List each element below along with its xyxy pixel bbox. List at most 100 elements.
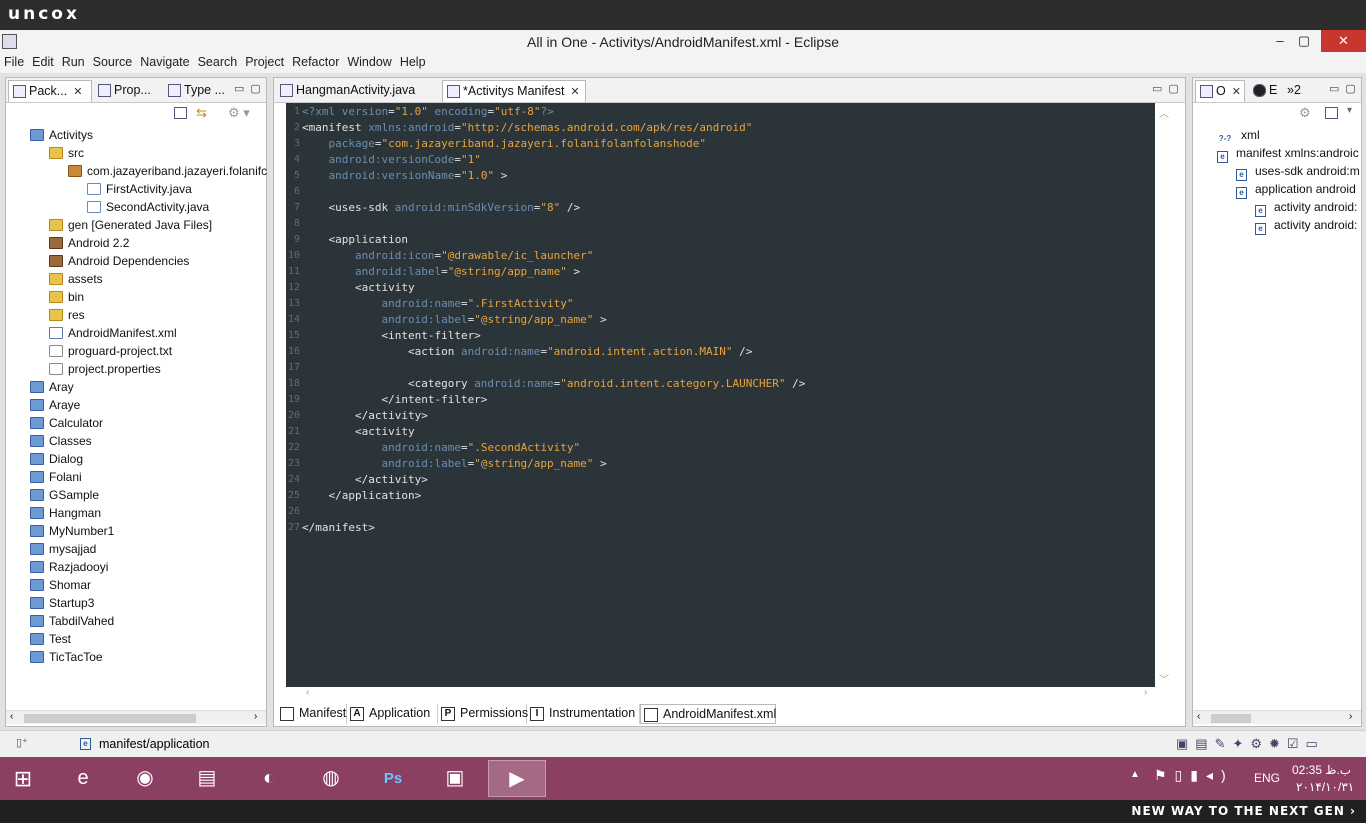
tree-item[interactable]: project.properties [49, 360, 161, 378]
scroll-down-icon[interactable]: ﹀ [1159, 671, 1169, 686]
tree-item[interactable]: src [49, 144, 84, 162]
tab-type-hierarchy[interactable]: Type ... [164, 80, 226, 102]
tree-item[interactable]: AndroidManifest.xml [49, 324, 177, 342]
code-line[interactable]: <action android:name="android.intent.act… [302, 344, 752, 360]
minimize-maximize-icon[interactable]: ▭▢ [1152, 82, 1185, 95]
menu-file[interactable]: File [0, 53, 28, 69]
code-line[interactable]: </manifest> [302, 520, 375, 536]
menu-search[interactable]: Search [194, 53, 242, 69]
tree-item[interactable]: Calculator [30, 414, 103, 432]
code-line[interactable]: <intent-filter> [302, 328, 480, 344]
scroll-right-icon[interactable]: › [1144, 687, 1147, 698]
language-indicator[interactable]: ENG [1254, 771, 1280, 785]
outline-item[interactable]: e activity android: [1255, 198, 1357, 217]
outline-item[interactable]: e uses-sdk android:m [1236, 162, 1360, 181]
tree-item[interactable]: Android Dependencies [49, 252, 189, 270]
code-line[interactable]: <application [302, 232, 407, 248]
xml-code-editor[interactable]: 1 2 3 4 5 6 7 8 9 10 11 12 13 14 15 16 17 18 19 20 21 22 23 24 2… [286, 103, 1155, 687]
tree-item[interactable]: bin [49, 288, 84, 306]
close-icon[interactable]: ✕ [1232, 86, 1241, 98]
tab-emulator[interactable]: E [1249, 80, 1281, 102]
collapse-all-icon[interactable] [1325, 107, 1338, 119]
minimize-maximize-icon[interactable]: ▭▢ [1329, 82, 1362, 95]
menu-project[interactable]: Project [241, 53, 288, 69]
tree-item[interactable]: TicTacToe [30, 648, 103, 666]
close-button[interactable]: ✕ [1321, 30, 1366, 52]
bottom-tab-application[interactable]: A Application [347, 704, 438, 724]
code-line[interactable]: android:label="@string/app_name" > [302, 456, 606, 472]
code-line[interactable]: android:name=".SecondActivity" [302, 440, 580, 456]
scroll-left-icon[interactable]: ‹ [10, 711, 13, 722]
maximize-button[interactable]: ▢ [1287, 30, 1321, 52]
tree-item[interactable]: mysajjad [30, 540, 96, 558]
tree-item[interactable]: SecondActivity.java [87, 198, 209, 216]
tree-item[interactable]: com.jazayeriband.jazayeri.folanifc [68, 162, 267, 180]
left-horizontal-scrollbar[interactable]: ‹ › [6, 710, 266, 724]
outline-horizontal-scrollbar[interactable]: ‹ › [1193, 710, 1361, 724]
code-line[interactable]: android:icon="@drawable/ic_launcher" [302, 248, 593, 264]
tree-item[interactable]: Test [30, 630, 71, 648]
code-line[interactable]: <manifest xmlns:android="http://schemas.… [302, 120, 752, 136]
code-line[interactable]: <activity [302, 280, 415, 296]
tree-item[interactable]: FirstActivity.java [87, 180, 192, 198]
tab-properties[interactable]: Prop... [94, 80, 162, 102]
code-line[interactable]: <activity [302, 424, 415, 440]
tree-item[interactable]: Folani [30, 468, 82, 486]
bottom-tab-permissions[interactable]: P Permissions [438, 704, 528, 724]
code-line[interactable]: </application> [302, 488, 421, 504]
menu-edit[interactable]: Edit [28, 53, 58, 69]
editor-horizontal-scrollbar[interactable]: ‹ › [286, 687, 1155, 702]
tree-item[interactable]: GSample [30, 486, 99, 504]
collapse-all-icon[interactable] [174, 107, 187, 119]
bottom-tab-instrumentation[interactable]: I Instrumentation [527, 704, 640, 724]
outline-item[interactable]: ?-? xml [1217, 126, 1260, 144]
scroll-left-icon[interactable]: ‹ [306, 687, 309, 698]
menu-run[interactable]: Run [58, 53, 89, 69]
show-hidden-icons[interactable]: ▲ [1130, 769, 1140, 780]
close-icon[interactable]: ✕ [73, 86, 82, 98]
editor-vertical-scrollbar[interactable]: ︿ ﹀ [1155, 103, 1173, 687]
tree-item[interactable]: Razjadooyi [30, 558, 108, 576]
ie-icon[interactable]: e [54, 760, 112, 797]
outline-item[interactable]: e manifest xmlns:androic [1217, 144, 1359, 163]
sort-icon[interactable]: ⚙ [1299, 105, 1311, 121]
scroll-up-icon[interactable]: ︿ [1159, 105, 1169, 120]
menu-help[interactable]: Help [396, 53, 430, 69]
tree-item[interactable]: Activitys [30, 126, 93, 144]
tree-item[interactable]: Android 2.2 [49, 234, 129, 252]
clock-date[interactable]: ۲۰۱۴/۱۰/۳۱ [1296, 780, 1354, 794]
tree-item[interactable]: assets [49, 270, 103, 288]
tree-item[interactable]: res [49, 306, 85, 324]
menu-window[interactable]: Window [343, 53, 395, 69]
code-line[interactable]: <uses-sdk android:minSdkVersion="8" /> [302, 200, 580, 216]
firefox-icon[interactable]: ◍ [302, 760, 360, 797]
code-line[interactable]: <category android:name="android.intent.c… [302, 376, 805, 392]
quick-access-icons[interactable]: ▣▤✎✦⚙✹☑▭ [1176, 736, 1325, 752]
outline-item[interactable]: e application android [1236, 180, 1356, 199]
scrollbar-thumb[interactable] [24, 714, 196, 723]
code-line[interactable]: package="com.jazayeriband.jazayeri.folan… [302, 136, 707, 152]
bottom-tab-manifest[interactable]: Manifest [277, 704, 347, 724]
eclipse-icon[interactable]: ◐ [240, 760, 298, 797]
window-icon[interactable]: ▣ [426, 760, 484, 797]
tree-item[interactable]: Startup3 [30, 594, 94, 612]
tree-item[interactable]: MyNumber1 [30, 522, 114, 540]
code-line[interactable]: android:label="@string/app_name" > [302, 264, 580, 280]
view-menu-icon[interactable]: ▾ [1347, 105, 1352, 116]
code-line[interactable]: <?xml version="1.0" encoding="utf-8"?> [302, 104, 554, 120]
media-player-icon[interactable]: ▶ [488, 760, 546, 797]
scroll-right-icon[interactable]: › [254, 711, 257, 722]
minimize-maximize-icon[interactable]: ▭▢ [234, 82, 267, 95]
explorer-icon[interactable]: ▤ [178, 760, 236, 797]
view-menu-icon[interactable]: ⚙ ▾ [228, 105, 250, 121]
tray-icons[interactable]: ⚑▯▮◂) [1154, 767, 1234, 784]
tree-item[interactable]: Classes [30, 432, 92, 450]
tree-item[interactable]: Dialog [30, 450, 83, 468]
tab-package-explorer[interactable]: Pack... ✕ [8, 80, 92, 102]
bottom-tab-androidmanifest-xml[interactable]: AndroidManifest.xml [640, 704, 776, 724]
link-with-editor-icon[interactable]: ⇆ [196, 105, 207, 121]
clock-time[interactable]: 02:35 ب.ظ [1292, 763, 1351, 777]
code-line[interactable]: android:label="@string/app_name" > [302, 312, 606, 328]
code-line[interactable]: </activity> [302, 472, 428, 488]
tab-hangman-activity[interactable]: HangmanActivity.java [276, 80, 440, 102]
